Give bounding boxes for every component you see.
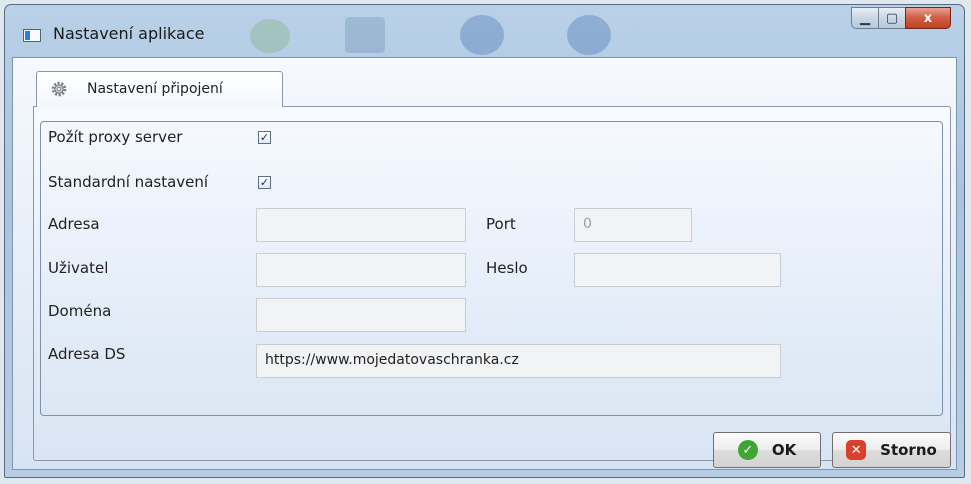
address-input[interactable] (256, 208, 466, 242)
password-label: Heslo (486, 259, 528, 277)
connection-group-box: Požít proxy server ✓ Standardní nastaven… (40, 121, 943, 416)
cancel-icon: ✕ (846, 440, 867, 460)
app-window-icon (23, 29, 41, 42)
minimize-icon: ▁ (860, 10, 870, 26)
ds-address-label: Adresa DS (48, 345, 126, 363)
background-icon-blur (567, 15, 611, 55)
maximize-button[interactable]: ▢ (878, 7, 906, 29)
cancel-button[interactable]: ✕ Storno (832, 432, 951, 468)
cancel-button-label: Storno (880, 441, 937, 459)
settings-window: Nastavení aplikace ▁ ▢ x Nastavení připo… (4, 4, 965, 478)
default-settings-label: Standardní nastavení (48, 173, 209, 191)
window-title: Nastavení aplikace (53, 24, 205, 43)
tab-panel: Požít proxy server ✓ Standardní nastaven… (33, 106, 951, 461)
window-content: Nastavení připojení Požít proxy server ✓… (12, 57, 957, 470)
gear-icon (51, 81, 67, 97)
window-controls: ▁ ▢ x (851, 7, 951, 31)
port-input[interactable]: 0 (574, 208, 692, 242)
background-icon-blur (250, 19, 290, 53)
use-proxy-label: Požít proxy server (48, 128, 183, 146)
minimize-button[interactable]: ▁ (851, 7, 879, 29)
background-icon-blur (345, 17, 385, 53)
maximize-icon: ▢ (885, 10, 899, 26)
user-input[interactable] (256, 253, 466, 287)
ok-button-label: OK (771, 441, 797, 459)
use-proxy-checkbox[interactable]: ✓ (258, 131, 271, 144)
close-icon: x (923, 10, 933, 26)
check-circle-icon: ✓ (737, 440, 758, 460)
domain-input[interactable] (256, 298, 466, 332)
password-input[interactable] (574, 253, 781, 287)
ok-button[interactable]: ✓ OK (713, 432, 821, 468)
close-button[interactable]: x (905, 7, 951, 29)
tab-connection-settings[interactable]: Nastavení připojení (36, 71, 283, 107)
ds-address-input[interactable]: https://www.mojedatovaschranka.cz (256, 344, 781, 378)
background-icon-blur (460, 15, 504, 55)
tab-label: Nastavení připojení (87, 81, 223, 97)
address-label: Adresa (48, 215, 100, 233)
port-label: Port (486, 215, 516, 233)
title-bar[interactable]: Nastavení aplikace ▁ ▢ x (5, 5, 964, 57)
user-label: Uživatel (48, 259, 109, 277)
default-settings-checkbox[interactable]: ✓ (258, 176, 271, 189)
domain-label: Doména (48, 302, 112, 320)
